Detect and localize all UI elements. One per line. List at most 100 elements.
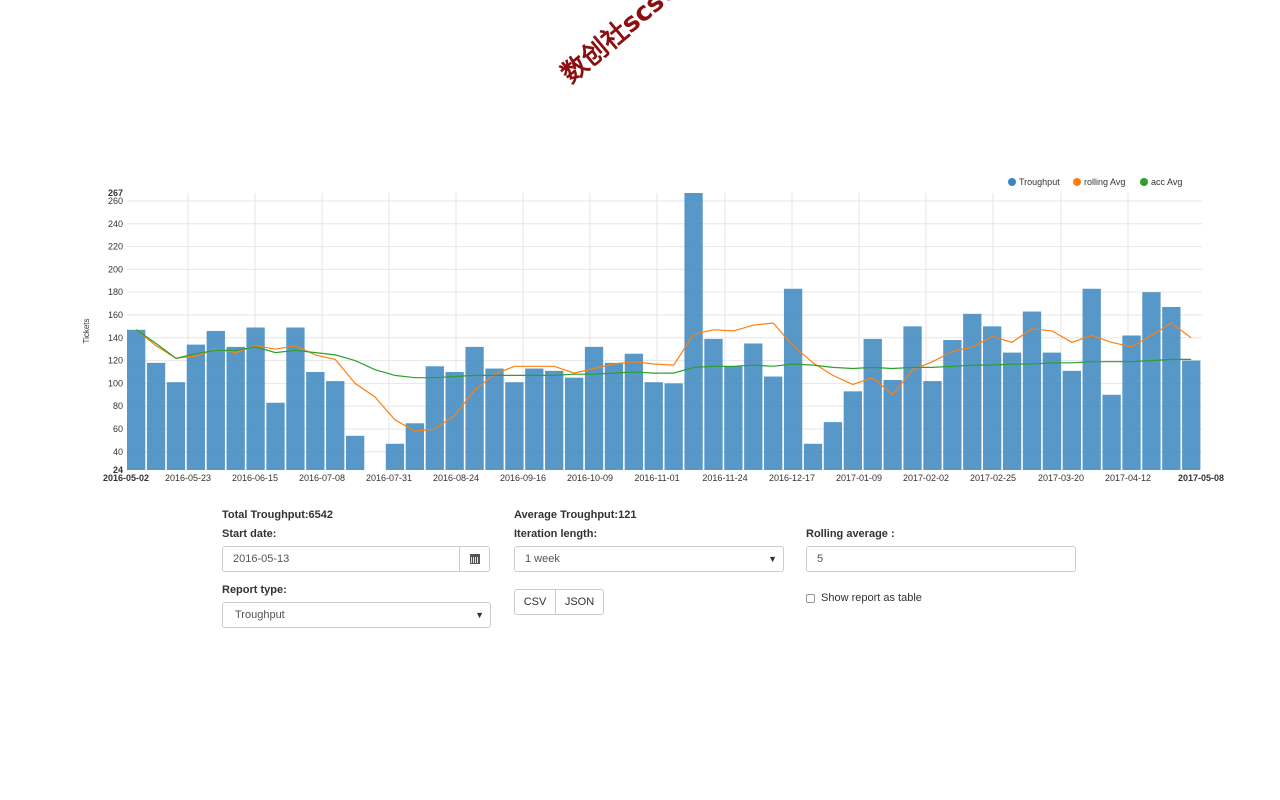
bar-series — [127, 193, 1201, 470]
bar[interactable] — [983, 326, 1002, 470]
calendar-icon — [469, 554, 480, 564]
iteration-length-select[interactable]: 1 week ▼ — [514, 546, 784, 572]
bar[interactable] — [345, 435, 365, 470]
x-first-label: 2016-05-02 — [103, 473, 149, 483]
y-axis-label: Tickets — [82, 318, 91, 343]
legend-label[interactable]: rolling Avg — [1084, 177, 1125, 187]
legend-swatch[interactable] — [1140, 178, 1148, 186]
average-throughput: Average Troughput:121 — [514, 509, 637, 521]
bar[interactable] — [485, 368, 504, 470]
x-tick-label: 2017-03-20 — [1038, 473, 1084, 483]
x-tick-label: 2017-04-12 — [1105, 473, 1151, 483]
bar[interactable] — [1082, 288, 1101, 470]
calendar-button[interactable] — [459, 547, 489, 571]
report-type-value: Troughput — [235, 609, 285, 621]
bar[interactable] — [445, 371, 464, 470]
bar[interactable] — [505, 382, 524, 470]
show-table-checkbox[interactable] — [806, 594, 815, 603]
throughput-chart: 4060801001201401601802002202402602672420… — [82, 177, 1224, 483]
bar[interactable] — [226, 346, 245, 470]
bar[interactable] — [465, 346, 484, 470]
bar[interactable] — [1102, 394, 1121, 470]
legend-label[interactable]: Troughput — [1019, 177, 1060, 187]
bar[interactable] — [425, 366, 444, 470]
bar[interactable] — [1002, 352, 1022, 470]
bar[interactable] — [127, 329, 146, 470]
legend-swatch[interactable] — [1073, 178, 1081, 186]
bar[interactable] — [963, 313, 982, 470]
bar[interactable] — [624, 353, 643, 470]
y-tick-label: 60 — [113, 424, 123, 434]
bar[interactable] — [764, 376, 783, 470]
y-tick-label: 40 — [113, 447, 123, 457]
bar[interactable] — [684, 193, 703, 470]
bar[interactable] — [783, 288, 803, 470]
rolling-average-input[interactable]: 5 — [806, 546, 1076, 572]
bar[interactable] — [664, 383, 683, 470]
bar[interactable] — [883, 379, 902, 470]
report-type-select[interactable]: Troughput ▼ — [222, 602, 491, 628]
bar[interactable] — [644, 382, 663, 470]
total-throughput: Total Troughput:6542 — [222, 509, 334, 521]
bar[interactable] — [186, 344, 206, 470]
bar[interactable] — [1022, 311, 1042, 470]
bar[interactable] — [166, 382, 186, 470]
bar[interactable] — [306, 371, 325, 470]
rolling-average-value: 5 — [817, 553, 824, 565]
bar[interactable] — [1162, 306, 1181, 470]
caret-down-icon: ▼ — [768, 554, 777, 564]
bar[interactable] — [584, 346, 604, 470]
json-button[interactable]: JSON — [555, 589, 604, 615]
bar[interactable] — [326, 381, 345, 470]
y-tick-label: 100 — [108, 378, 123, 388]
x-tick-label: 2016-09-16 — [500, 473, 546, 483]
start-date-label: Start date: — [222, 528, 277, 540]
show-table-label: Show report as table — [821, 592, 922, 604]
y-max-label: 267 — [108, 188, 123, 198]
bar[interactable] — [545, 370, 564, 470]
bar[interactable] — [1122, 335, 1141, 470]
iteration-length-label: Iteration length: — [514, 528, 598, 540]
bar[interactable] — [1042, 352, 1062, 470]
y-tick-label: 120 — [108, 356, 123, 366]
bar[interactable] — [943, 340, 962, 470]
x-tick-label: 2016-07-08 — [299, 473, 345, 483]
bar[interactable] — [604, 362, 624, 470]
bar[interactable] — [903, 326, 922, 470]
x-tick-label: 2016-07-31 — [366, 473, 412, 483]
bar[interactable] — [744, 343, 763, 470]
csv-button[interactable]: CSV — [514, 589, 556, 615]
start-date-value: 2016-05-13 — [233, 553, 290, 565]
report-type-label: Report type: — [222, 584, 287, 596]
x-tick-label: 2016-08-24 — [433, 473, 479, 483]
bar[interactable] — [1182, 360, 1201, 470]
bar[interactable] — [564, 377, 584, 470]
y-tick-label: 160 — [108, 310, 123, 320]
caret-down-icon: ▼ — [475, 610, 484, 620]
x-tick-label: 2016-11-01 — [634, 473, 679, 483]
bar[interactable] — [843, 391, 862, 470]
bar[interactable] — [266, 402, 285, 470]
x-tick-label: 2016-05-23 — [165, 473, 211, 483]
bar[interactable] — [1142, 292, 1161, 470]
bar[interactable] — [823, 422, 843, 470]
y-tick-label: 180 — [108, 287, 123, 297]
bar[interactable] — [385, 443, 405, 470]
x-tick-label: 2016-06-15 — [232, 473, 278, 483]
bar[interactable] — [146, 362, 166, 470]
bar[interactable] — [863, 338, 882, 470]
legend-label[interactable]: acc Avg — [1151, 177, 1182, 187]
y-tick-label: 220 — [108, 242, 123, 252]
y-tick-label: 80 — [113, 401, 123, 411]
bar[interactable] — [724, 366, 743, 470]
bar[interactable] — [704, 338, 723, 470]
bar[interactable] — [803, 443, 823, 470]
bar[interactable] — [923, 381, 942, 470]
iteration-length-value: 1 week — [525, 553, 560, 565]
start-date-input[interactable]: 2016-05-13 — [222, 546, 490, 572]
x-tick-label: 2017-02-25 — [970, 473, 1016, 483]
bar[interactable] — [1062, 370, 1081, 470]
legend-swatch[interactable] — [1008, 178, 1016, 186]
bar[interactable] — [525, 368, 544, 470]
x-tick-label: 2017-02-02 — [903, 473, 949, 483]
